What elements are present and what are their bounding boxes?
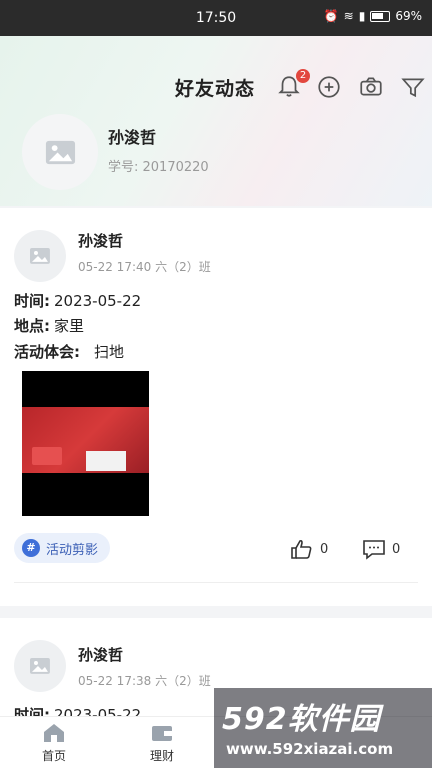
profile-avatar[interactable] <box>22 114 98 190</box>
watermark: 592软件园 www.592xiazai.com <box>214 688 432 768</box>
battery-percent: 69% <box>395 9 422 23</box>
field-label: 地点: <box>14 317 50 335</box>
tab-label: 首页 <box>41 749 66 763</box>
watermark-title: 592软件园 <box>222 702 381 737</box>
signal-icon: ▮ <box>358 9 366 23</box>
post-meta: 05-22 17:40 六（2）班 <box>78 260 211 274</box>
wallet-icon <box>152 726 172 741</box>
post-author-name: 孙浚哲 <box>78 646 124 664</box>
hashtag-icon: # <box>22 539 40 557</box>
home-icon <box>44 724 64 742</box>
topic-label: 活动剪影 <box>46 542 99 558</box>
image-placeholder-icon <box>30 248 50 264</box>
filter-icon <box>401 78 425 98</box>
camera-icon <box>360 77 382 96</box>
post-field-time: 时间: 2023-05-22 <box>14 290 141 311</box>
divider <box>14 582 418 583</box>
like-button[interactable]: 0 <box>290 538 328 560</box>
battery-icon <box>370 10 391 22</box>
profile-student-id: 学号: 20170220 <box>108 160 209 175</box>
profile-name: 孙浚哲 <box>108 128 157 147</box>
post-author-name: 孙浚哲 <box>78 232 124 250</box>
status-icons: ⏰ ≋ ▮ 69% <box>324 9 422 23</box>
field-value: 家里 <box>54 317 85 335</box>
like-count: 0 <box>320 541 329 557</box>
field-label: 活动体会: <box>14 343 80 361</box>
post-field-location: 地点: 家里 <box>14 315 84 336</box>
image-placeholder-icon <box>30 658 50 674</box>
camera-button[interactable] <box>358 74 384 100</box>
tab-home[interactable]: 首页 <box>24 721 84 764</box>
field-value: 扫地 <box>94 343 125 361</box>
wifi-icon: ≋ <box>343 9 354 23</box>
comment-icon <box>363 540 385 560</box>
alarm-icon: ⏰ <box>323 9 339 23</box>
page-title: 好友动态 <box>175 78 256 100</box>
post-avatar[interactable] <box>14 230 66 282</box>
tab-finance[interactable]: 理财 <box>132 721 192 764</box>
photo-detail <box>32 447 62 465</box>
watermark-url: www.592xiazai.com <box>226 740 394 758</box>
post-card: 孙浚哲 05-22 17:40 六（2）班 时间: 2023-05-22 地点: 家… <box>0 208 432 606</box>
post-photo[interactable] <box>22 371 149 516</box>
image-placeholder-icon <box>45 140 75 164</box>
field-label: 时间: <box>14 292 50 310</box>
tab-label: 理财 <box>149 749 174 763</box>
notification-badge: 2 <box>296 69 310 83</box>
post-avatar[interactable] <box>14 640 66 692</box>
filter-button[interactable] <box>400 74 426 100</box>
comment-button[interactable]: 0 <box>362 538 400 560</box>
topic-tag[interactable]: # 活动剪影 <box>14 533 111 563</box>
field-value: 2023-05-22 <box>54 292 142 310</box>
status-bar: 17:50 ⏰ ≋ ▮ 69% <box>0 0 432 36</box>
header: 好友动态 2 孙浚哲 学号: 20170220 <box>0 36 432 206</box>
post-meta: 05-22 17:38 六（2）班 <box>78 674 211 688</box>
post-field-experience: 活动体会: 扫地 <box>14 341 124 362</box>
comment-count: 0 <box>392 541 401 557</box>
notification-button[interactable]: 2 <box>276 69 310 100</box>
thumbs-up-icon <box>291 539 312 559</box>
plus-circle-icon <box>318 76 340 98</box>
photo-detail <box>86 451 126 471</box>
add-button[interactable] <box>316 74 342 100</box>
